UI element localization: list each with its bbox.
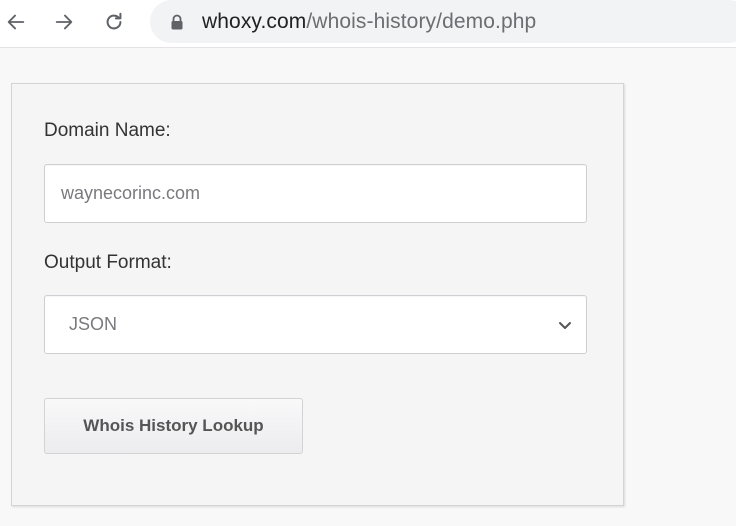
back-button[interactable] xyxy=(0,8,32,36)
output-format-value: JSON xyxy=(69,314,118,334)
forward-arrow-icon xyxy=(55,14,73,30)
output-format-select[interactable]: JSON xyxy=(44,295,587,354)
url-path: /whois-history/demo.php xyxy=(306,9,537,33)
chevron-down-icon xyxy=(559,321,571,329)
lock-icon xyxy=(171,14,183,29)
reload-button[interactable] xyxy=(98,8,130,36)
page-content: Domain Name: waynecorinc.com Output Form… xyxy=(0,49,736,526)
address-bar[interactable]: whoxy.com/whois-history/demo.php xyxy=(150,0,736,43)
output-format-label: Output Format: xyxy=(44,252,172,273)
domain-name-label: Domain Name: xyxy=(44,120,171,141)
whois-history-lookup-button[interactable]: Whois History Lookup xyxy=(44,398,303,454)
reload-icon xyxy=(106,12,122,30)
url-text: whoxy.com/whois-history/demo.php xyxy=(202,10,536,34)
forward-button[interactable] xyxy=(48,8,80,36)
back-arrow-icon xyxy=(7,14,25,30)
domain-name-input[interactable]: waynecorinc.com xyxy=(44,164,587,223)
browser-toolbar: whoxy.com/whois-history/demo.php xyxy=(0,0,736,48)
url-host: whoxy.com xyxy=(202,9,307,33)
lookup-form-panel: Domain Name: waynecorinc.com Output Form… xyxy=(11,83,624,506)
domain-name-value: waynecorinc.com xyxy=(61,183,201,203)
